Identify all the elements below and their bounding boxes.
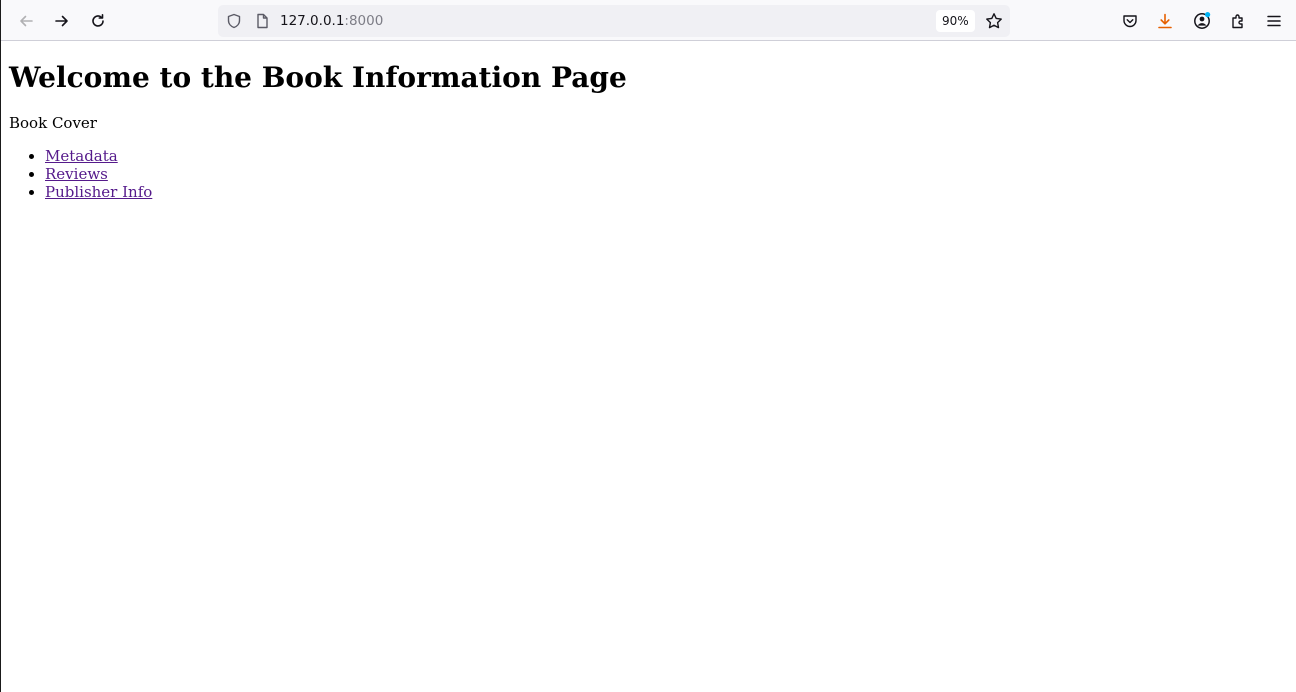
- downloads-button[interactable]: [1149, 5, 1181, 37]
- puzzle-icon: [1230, 13, 1246, 29]
- list-item: Metadata: [45, 147, 1289, 165]
- shield-icon[interactable]: [225, 12, 243, 30]
- book-links-list: Metadata Reviews Publisher Info: [9, 147, 1289, 201]
- reload-icon: [90, 13, 106, 29]
- hamburger-menu-icon: [1266, 13, 1282, 29]
- arrow-right-icon: [54, 13, 70, 29]
- back-button[interactable]: [10, 5, 42, 37]
- url-host: 127.0.0.1: [280, 13, 345, 29]
- bookmark-button[interactable]: [978, 5, 1010, 37]
- metadata-link[interactable]: Metadata: [45, 147, 118, 165]
- reviews-link[interactable]: Reviews: [45, 165, 108, 183]
- extensions-button[interactable]: [1222, 5, 1254, 37]
- page-title: Welcome to the Book Information Page: [9, 61, 627, 94]
- download-icon: [1157, 13, 1173, 29]
- book-cover-text: Book Cover: [9, 114, 97, 132]
- pocket-button[interactable]: [1114, 5, 1146, 37]
- url-text[interactable]: 127.0.0.1:8000: [280, 12, 383, 30]
- list-item: Publisher Info: [45, 183, 1289, 201]
- browser-window: 127.0.0.1:8000 90% Welcome to the Book I…: [0, 0, 1296, 692]
- star-icon: [985, 12, 1003, 30]
- account-button[interactable]: [1186, 5, 1218, 37]
- pocket-icon: [1122, 13, 1138, 29]
- forward-button[interactable]: [46, 5, 78, 37]
- url-port: :8000: [344, 13, 384, 29]
- arrow-left-icon: [18, 13, 34, 29]
- page-icon[interactable]: [253, 12, 271, 30]
- address-bar[interactable]: 127.0.0.1:8000 90%: [218, 5, 1010, 37]
- browser-toolbar: 127.0.0.1:8000 90%: [1, 0, 1296, 41]
- page-content: Welcome to the Book Information Page Boo…: [9, 42, 1289, 201]
- zoom-level-badge[interactable]: 90%: [936, 10, 975, 32]
- list-item: Reviews: [45, 165, 1289, 183]
- reload-button[interactable]: [82, 5, 114, 37]
- publisher-info-link[interactable]: Publisher Info: [45, 183, 152, 201]
- account-icon: [1192, 11, 1212, 31]
- app-menu-button[interactable]: [1258, 5, 1290, 37]
